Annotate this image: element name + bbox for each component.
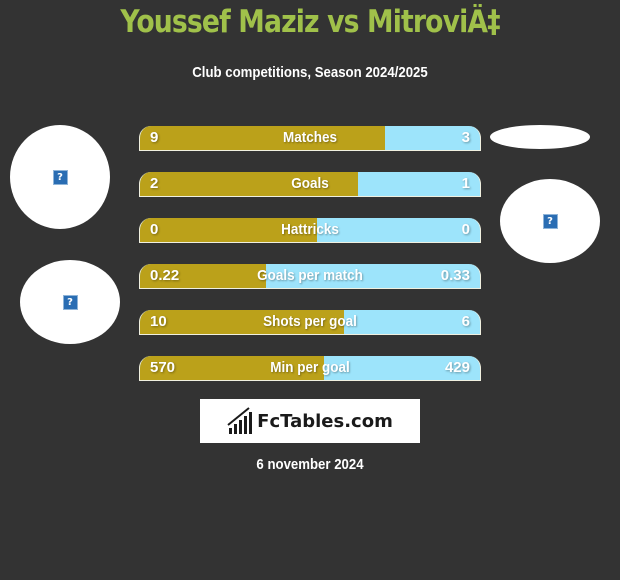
- right-value: 1: [461, 175, 470, 192]
- right-value: 0: [461, 221, 470, 238]
- stat-row: 570 Min per goal 429: [139, 356, 481, 380]
- match-date: 6 november 2024: [256, 456, 364, 473]
- right-value: 3: [461, 129, 470, 146]
- left-player-avatar: ?: [10, 125, 110, 229]
- page-title: Youssef Maziz vs MitroviÄ‡: [120, 4, 500, 40]
- stat-label: Shots per goal: [263, 313, 357, 330]
- stat-row: 0.22 Goals per match 0.33: [139, 264, 481, 288]
- stat-label: Matches: [282, 129, 338, 146]
- bar-chart-icon: [227, 407, 253, 434]
- logo-text: FcTables.com: [257, 410, 393, 432]
- stat-row: 10 Shots per goal 6: [139, 310, 481, 334]
- stat-label: Hattricks: [281, 221, 339, 238]
- right-value: 6: [461, 313, 470, 330]
- fctables-logo[interactable]: FcTables.com: [200, 399, 420, 443]
- page-subtitle: Club competitions, Season 2024/2025: [192, 64, 428, 81]
- stat-label: Goals: [291, 175, 329, 192]
- stat-row: 9 Matches 3: [139, 126, 481, 150]
- stat-label: Goals per match: [257, 267, 363, 284]
- broken-image-icon: ?: [542, 213, 558, 229]
- stat-label: Min per goal: [270, 359, 350, 376]
- right-player-avatar: ?: [500, 179, 600, 263]
- right-player-name-placeholder: [490, 125, 590, 149]
- broken-image-icon: ?: [52, 169, 68, 185]
- right-value: 429: [444, 359, 470, 376]
- stat-row: 0 Hattricks 0: [139, 218, 481, 242]
- broken-image-icon: ?: [62, 294, 78, 310]
- left-club-logo: ?: [20, 260, 120, 344]
- right-value: 0.33: [440, 267, 470, 284]
- stat-row: 2 Goals 1: [139, 172, 481, 196]
